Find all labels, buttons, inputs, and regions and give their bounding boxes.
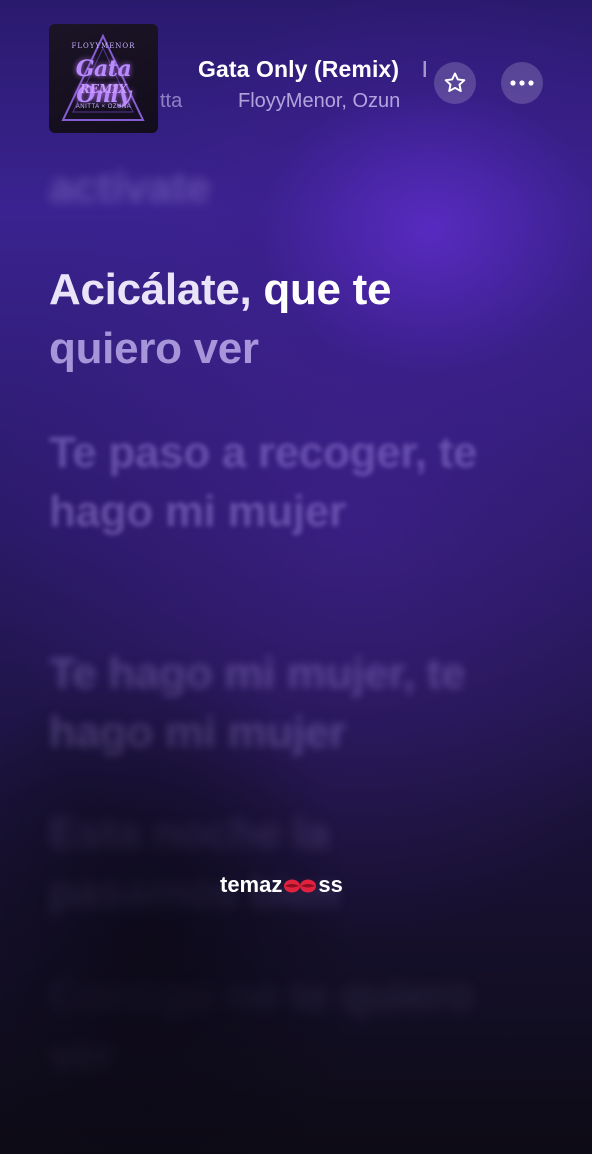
track-artist-marquee-prev: tta	[160, 90, 183, 112]
more-options-button[interactable]	[501, 62, 543, 104]
lyric-current-sung: Acicálate,	[49, 265, 252, 314]
artwork-top-text: FLOYYMENOR	[71, 42, 136, 50]
lyric-line-previous[interactable]: actívate	[49, 158, 529, 217]
track-title-marquee-tail: I	[422, 56, 426, 82]
star-icon	[444, 72, 466, 93]
now-playing-header: FLOYYMENOR Gata Only REMIX ANITTA × OZUN…	[0, 0, 592, 150]
ellipsis-icon	[510, 80, 534, 86]
track-info[interactable]: Gata Only (Remix) I tta FloyyMenor, Ozun	[160, 56, 426, 116]
favorite-button[interactable]	[434, 62, 476, 104]
lyric-line-next[interactable]: Contigo no te quiero ver	[49, 966, 529, 1084]
kiss-lips-icon	[284, 879, 317, 893]
lyric-line-next[interactable]: Te hago mi mujer, te hago mi mujer	[49, 644, 529, 762]
watermark-text-start: temaz	[220, 872, 283, 897]
watermark: temaz ss	[220, 870, 343, 900]
watermark-text-end: ss	[318, 872, 343, 897]
lyrics-screen: FLOYYMENOR Gata Only REMIX ANITTA × OZUN…	[0, 0, 592, 1154]
lyric-line-current[interactable]: Acicálate, que te quiero ver	[49, 260, 529, 378]
artwork-subtitle: REMIX	[79, 82, 128, 96]
lyric-current-singing: que te	[251, 265, 392, 314]
lyric-line-next[interactable]: Te paso a recoger, te hago mi mujer	[49, 423, 529, 541]
artwork-credits: ANITTA × OZUNA	[75, 104, 132, 110]
lyric-current-line2: quiero ver	[49, 324, 259, 373]
track-title: Gata Only (Remix)	[198, 56, 400, 82]
track-artist: FloyyMenor, Ozun	[238, 90, 401, 112]
album-artwork[interactable]: FLOYYMENOR Gata Only REMIX ANITTA × OZUN…	[49, 24, 158, 133]
lyric-line-next[interactable]: Esta noche la pasamos bien	[49, 804, 529, 922]
